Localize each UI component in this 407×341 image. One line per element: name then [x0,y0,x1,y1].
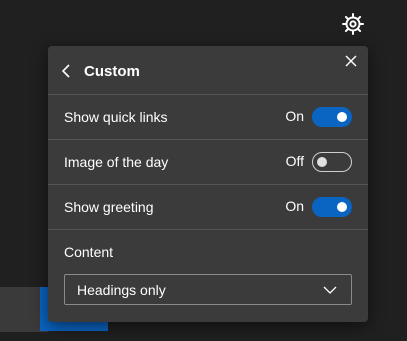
setting-label: Image of the day [64,154,169,170]
gear-icon[interactable] [341,12,365,36]
close-icon[interactable] [344,54,358,68]
divider [48,229,368,230]
setting-row-quick-links: Show quick links On [48,95,368,139]
toggle-knob [337,202,347,212]
custom-settings-panel: Custom Show quick links On Image of the … [48,46,368,322]
content-select-value: Headings only [77,282,166,298]
setting-state: On [285,198,304,214]
setting-label: Show greeting [64,199,154,215]
setting-state: Off [285,153,304,169]
chevron-down-icon [323,286,337,294]
quick-links-toggle[interactable] [312,107,352,127]
image-of-the-day-toggle[interactable] [312,152,352,172]
content-select[interactable]: Headings only [64,274,352,305]
panel-title: Custom [84,63,140,80]
content-label: Content [64,244,114,260]
panel-header: Custom [48,46,368,94]
toggle-knob [317,157,327,167]
toggle-knob [337,112,347,122]
setting-row-greeting: Show greeting On [48,185,368,229]
setting-row-image-of-the-day: Image of the day Off [48,140,368,184]
setting-state: On [285,108,304,124]
chevron-left-icon[interactable] [60,62,74,80]
greeting-toggle[interactable] [312,197,352,217]
setting-label: Show quick links [64,109,168,125]
